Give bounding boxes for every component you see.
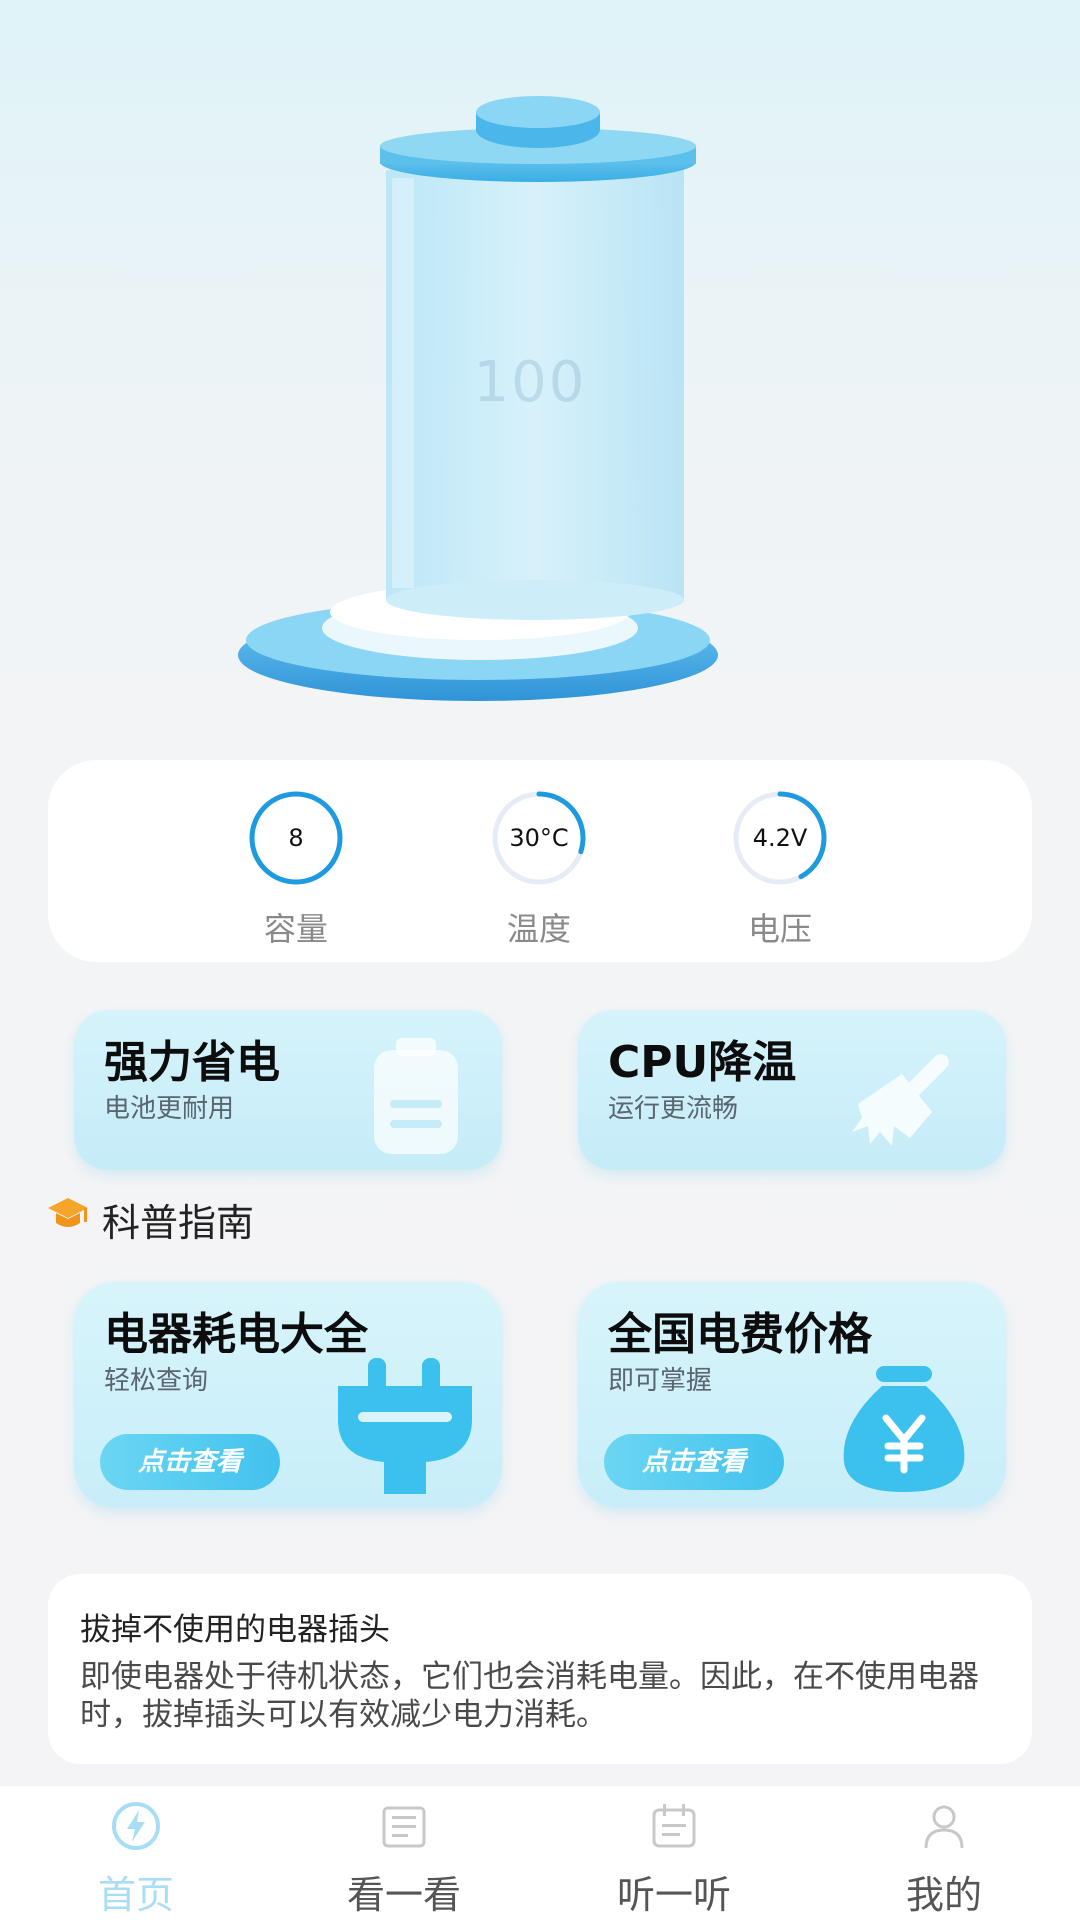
cpu-cooling-card[interactable]: CPU降温 运行更流畅 bbox=[578, 1010, 1006, 1170]
newspaper-icon bbox=[382, 1806, 426, 1848]
battery-level-text: 100 bbox=[473, 350, 587, 415]
appliance-consumption-card[interactable]: 电器耗电大全 轻松查询 点击查看 bbox=[74, 1282, 502, 1508]
stat-temperature: 30°C 温度 bbox=[459, 790, 619, 950]
capacity-label: 容量 bbox=[263, 910, 328, 948]
section-title: 科普指南 bbox=[102, 1201, 255, 1245]
user-icon bbox=[924, 1805, 964, 1849]
nav-watch-label: 看一看 bbox=[346, 1873, 461, 1917]
electricity-price-card[interactable]: 全国电费价格 即可掌握 点击查看 bbox=[578, 1282, 1006, 1508]
nav-listen-label: 听一听 bbox=[616, 1873, 731, 1917]
power-saving-card[interactable]: 强力省电 电池更耐用 bbox=[74, 1010, 502, 1170]
price-view-button[interactable]: 点击查看 bbox=[604, 1434, 784, 1490]
nav-home[interactable]: 首页 bbox=[36, 1786, 236, 1920]
power-saving-title: 强力省电 bbox=[104, 1037, 280, 1088]
nav-listen[interactable]: 听一听 bbox=[574, 1786, 774, 1920]
temperature-ring: 30°C bbox=[491, 790, 587, 886]
voltage-label: 电压 bbox=[747, 910, 812, 948]
electricity-price-subtitle: 即可掌握 bbox=[608, 1366, 713, 1396]
electricity-price-title: 全国电费价格 bbox=[608, 1309, 872, 1360]
graduation-cap-icon bbox=[48, 1198, 88, 1227]
voltage-value: 4.2V bbox=[752, 824, 808, 852]
bottom-nav: 首页 看一看 听一听 我的 bbox=[0, 1786, 1080, 1920]
battery-stats-card: 8 容量 30°C 温度 4.2V 电压 bbox=[48, 760, 1032, 962]
broom-icon bbox=[852, 1054, 949, 1146]
plug-icon bbox=[338, 1358, 472, 1494]
battery-hero: 100 bbox=[0, 0, 1080, 740]
calendar-icon bbox=[652, 1804, 696, 1848]
nav-watch[interactable]: 看一看 bbox=[304, 1786, 504, 1920]
capacity-ring: 8 bbox=[248, 790, 344, 886]
tip-card: 拔掉不使用的电器插头 即使电器处于待机状态，它们也会消耗电量。因此，在不使用电器… bbox=[48, 1574, 1032, 1764]
temperature-label: 温度 bbox=[506, 910, 571, 948]
stat-capacity: 8 容量 bbox=[216, 790, 376, 950]
battery-icon bbox=[374, 1038, 458, 1154]
tip-title: 拔掉不使用的电器插头 bbox=[80, 1612, 390, 1648]
cpu-cooling-subtitle: 运行更流畅 bbox=[608, 1094, 739, 1124]
nav-mine[interactable]: 我的 bbox=[844, 1786, 1044, 1920]
appliance-consumption-title: 电器耗电大全 bbox=[104, 1309, 368, 1360]
tip-body: 即使电器处于待机状态，它们也会消耗电量。因此，在不使用电器时，拔掉插头可以有效减… bbox=[80, 1659, 979, 1733]
nav-home-label: 首页 bbox=[97, 1873, 174, 1917]
capacity-value: 8 bbox=[288, 824, 304, 852]
stat-voltage: 4.2V 电压 bbox=[700, 790, 860, 950]
power-saving-subtitle: 电池更耐用 bbox=[104, 1094, 235, 1124]
appliance-view-button[interactable]: 点击查看 bbox=[100, 1434, 280, 1490]
money-bag-icon bbox=[843, 1366, 965, 1492]
lightning-icon bbox=[112, 1802, 160, 1850]
temperature-value: 30°C bbox=[509, 824, 569, 852]
cpu-cooling-title: CPU降温 bbox=[608, 1037, 797, 1088]
voltage-ring: 4.2V bbox=[732, 790, 828, 886]
appliance-consumption-subtitle: 轻松查询 bbox=[104, 1366, 209, 1396]
nav-mine-label: 我的 bbox=[905, 1873, 982, 1917]
